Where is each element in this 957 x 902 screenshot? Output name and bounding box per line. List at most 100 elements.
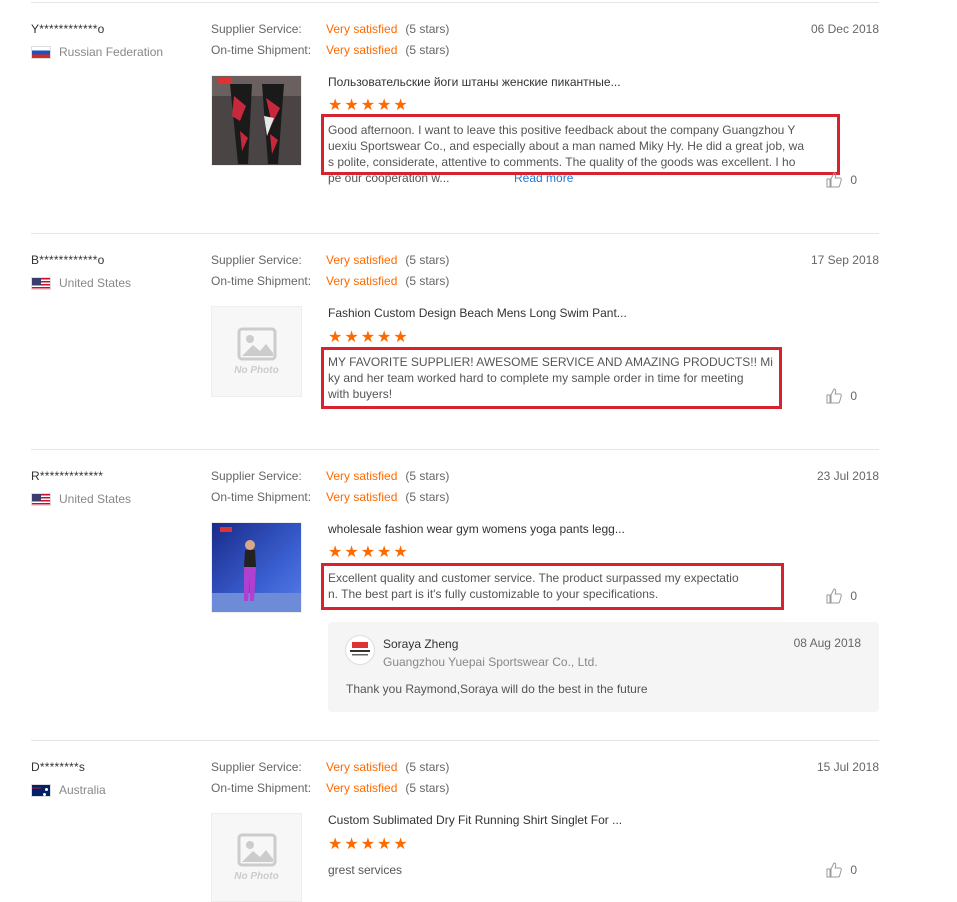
- like-button[interactable]: 0: [826, 388, 857, 404]
- rating-value: Very satisfied: [326, 490, 398, 504]
- ratings: Supplier Service: Very satisfied (5 star…: [211, 22, 449, 64]
- no-photo-icon: [237, 833, 276, 867]
- rating-label: Supplier Service:: [211, 253, 302, 267]
- ontime-shipment-rating: On-time Shipment: Very satisfied (5 star…: [211, 274, 449, 295]
- review-item: B************o United States Supplier Se…: [31, 253, 879, 433]
- rating-label: On-time Shipment:: [211, 43, 312, 57]
- rating-stars-count: (5 stars): [405, 43, 450, 57]
- star-icon: ★: [328, 836, 343, 853]
- product-title[interactable]: wholesale fashion wear gym womens yoga p…: [328, 522, 625, 536]
- rating-value: Very satisfied: [326, 760, 398, 774]
- like-button[interactable]: 0: [826, 588, 857, 604]
- buyer-name: B************o: [31, 253, 105, 267]
- supplier-service-rating: Supplier Service: Very satisfied (5 star…: [211, 22, 449, 43]
- thumbs-up-icon: [826, 588, 843, 604]
- rating-value: Very satisfied: [326, 469, 398, 483]
- reply-date: 08 Aug 2018: [793, 636, 861, 650]
- review-date: 15 Jul 2018: [816, 760, 879, 774]
- product-thumbnail[interactable]: [211, 522, 302, 613]
- rating-label: Supplier Service:: [211, 469, 302, 483]
- divider: [31, 740, 879, 741]
- star-rating: ★ ★ ★ ★ ★: [328, 330, 408, 346]
- rating-value: Very satisfied: [326, 274, 398, 288]
- thumbs-up-icon: [826, 862, 843, 878]
- review-date: 23 Jul 2018: [816, 469, 879, 483]
- product-thumbnail[interactable]: No Photo: [211, 306, 302, 397]
- runway-model-image: [212, 523, 301, 612]
- reply-company-name: Guangzhou Yuepai Sportswear Co., Ltd.: [383, 655, 598, 669]
- star-rating: ★ ★ ★ ★ ★: [328, 837, 408, 853]
- russia-flag-icon: [31, 45, 51, 59]
- review-item: D********s Australia Supplier Service: V…: [31, 760, 879, 902]
- country-name: United States: [59, 276, 132, 290]
- rating-label: On-time Shipment:: [211, 274, 312, 288]
- thumbs-up-icon: [826, 388, 843, 404]
- rating-stars-count: (5 stars): [405, 490, 450, 504]
- like-button[interactable]: 0: [826, 172, 857, 188]
- rating-value: Very satisfied: [326, 781, 398, 795]
- star-icon: ★: [377, 329, 392, 346]
- review-date: 17 Sep 2018: [810, 253, 879, 267]
- star-icon: ★: [360, 836, 376, 853]
- star-icon: ★: [344, 97, 359, 114]
- rating-label: On-time Shipment:: [211, 490, 312, 504]
- product-title[interactable]: Custom Sublimated Dry Fit Running Shirt …: [328, 813, 622, 827]
- highlight-box: [321, 114, 840, 175]
- star-icon: ★: [344, 544, 359, 561]
- supplier-logo-icon: [350, 642, 370, 656]
- like-count: 0: [850, 589, 857, 603]
- country-name: Australia: [59, 783, 106, 797]
- ontime-shipment-rating: On-time Shipment: Very satisfied (5 star…: [211, 490, 449, 511]
- ratings: Supplier Service: Very satisfied (5 star…: [211, 469, 449, 511]
- divider: [31, 233, 879, 234]
- star-icon: ★: [393, 544, 408, 561]
- rating-value: Very satisfied: [326, 253, 398, 267]
- product-thumbnail[interactable]: No Photo: [211, 813, 302, 902]
- like-button[interactable]: 0: [826, 862, 857, 878]
- ontime-shipment-rating: On-time Shipment: Very satisfied (5 star…: [211, 781, 449, 802]
- supplier-service-rating: Supplier Service: Very satisfied (5 star…: [211, 253, 449, 274]
- ontime-shipment-rating: On-time Shipment: Very satisfied (5 star…: [211, 43, 449, 64]
- no-photo-icon: [237, 327, 276, 361]
- ratings: Supplier Service: Very satisfied (5 star…: [211, 760, 449, 802]
- no-photo-label: No Photo: [234, 365, 279, 376]
- reply-author-name: Soraya Zheng: [383, 637, 459, 651]
- supplier-service-rating: Supplier Service: Very satisfied (5 star…: [211, 760, 449, 781]
- star-icon: ★: [377, 544, 392, 561]
- rating-label: Supplier Service:: [211, 22, 302, 36]
- star-rating: ★ ★ ★ ★ ★: [328, 545, 408, 561]
- product-thumbnail[interactable]: [211, 75, 302, 166]
- buyer-name: Y************o: [31, 22, 105, 36]
- rating-stars-count: (5 stars): [405, 22, 450, 36]
- country-name: United States: [59, 492, 132, 506]
- star-rating: ★ ★ ★ ★ ★: [328, 98, 408, 114]
- product-title[interactable]: Fashion Custom Design Beach Mens Long Sw…: [328, 306, 627, 320]
- country-name: Russian Federation: [59, 45, 164, 59]
- rating-label: Supplier Service:: [211, 760, 302, 774]
- star-icon: ★: [344, 329, 359, 346]
- highlight-box: [321, 563, 784, 610]
- rating-value: Very satisfied: [326, 43, 398, 57]
- no-photo-label: No Photo: [234, 871, 279, 882]
- star-icon: ★: [393, 836, 408, 853]
- rating-value: Very satisfied: [326, 22, 398, 36]
- product-title[interactable]: Пользовательские йоги штаны женские пика…: [328, 75, 621, 89]
- star-icon: ★: [360, 329, 376, 346]
- australia-flag-icon: [31, 783, 51, 797]
- rating-label: On-time Shipment:: [211, 781, 312, 795]
- star-icon: ★: [344, 836, 359, 853]
- buyer-country: Russian Federation: [31, 45, 163, 59]
- divider: [31, 2, 879, 3]
- star-icon: ★: [328, 329, 343, 346]
- rating-stars-count: (5 stars): [405, 469, 450, 483]
- usa-flag-icon: [31, 276, 51, 290]
- usa-flag-icon: [31, 492, 51, 506]
- leggings-image: [212, 76, 301, 165]
- star-icon: ★: [377, 836, 392, 853]
- review-item: Y************o Russian Federation Suppli…: [31, 22, 879, 222]
- star-icon: ★: [328, 544, 343, 561]
- buyer-country: Australia: [31, 783, 106, 797]
- buyer-country: United States: [31, 492, 131, 506]
- star-icon: ★: [328, 97, 343, 114]
- star-icon: ★: [377, 97, 392, 114]
